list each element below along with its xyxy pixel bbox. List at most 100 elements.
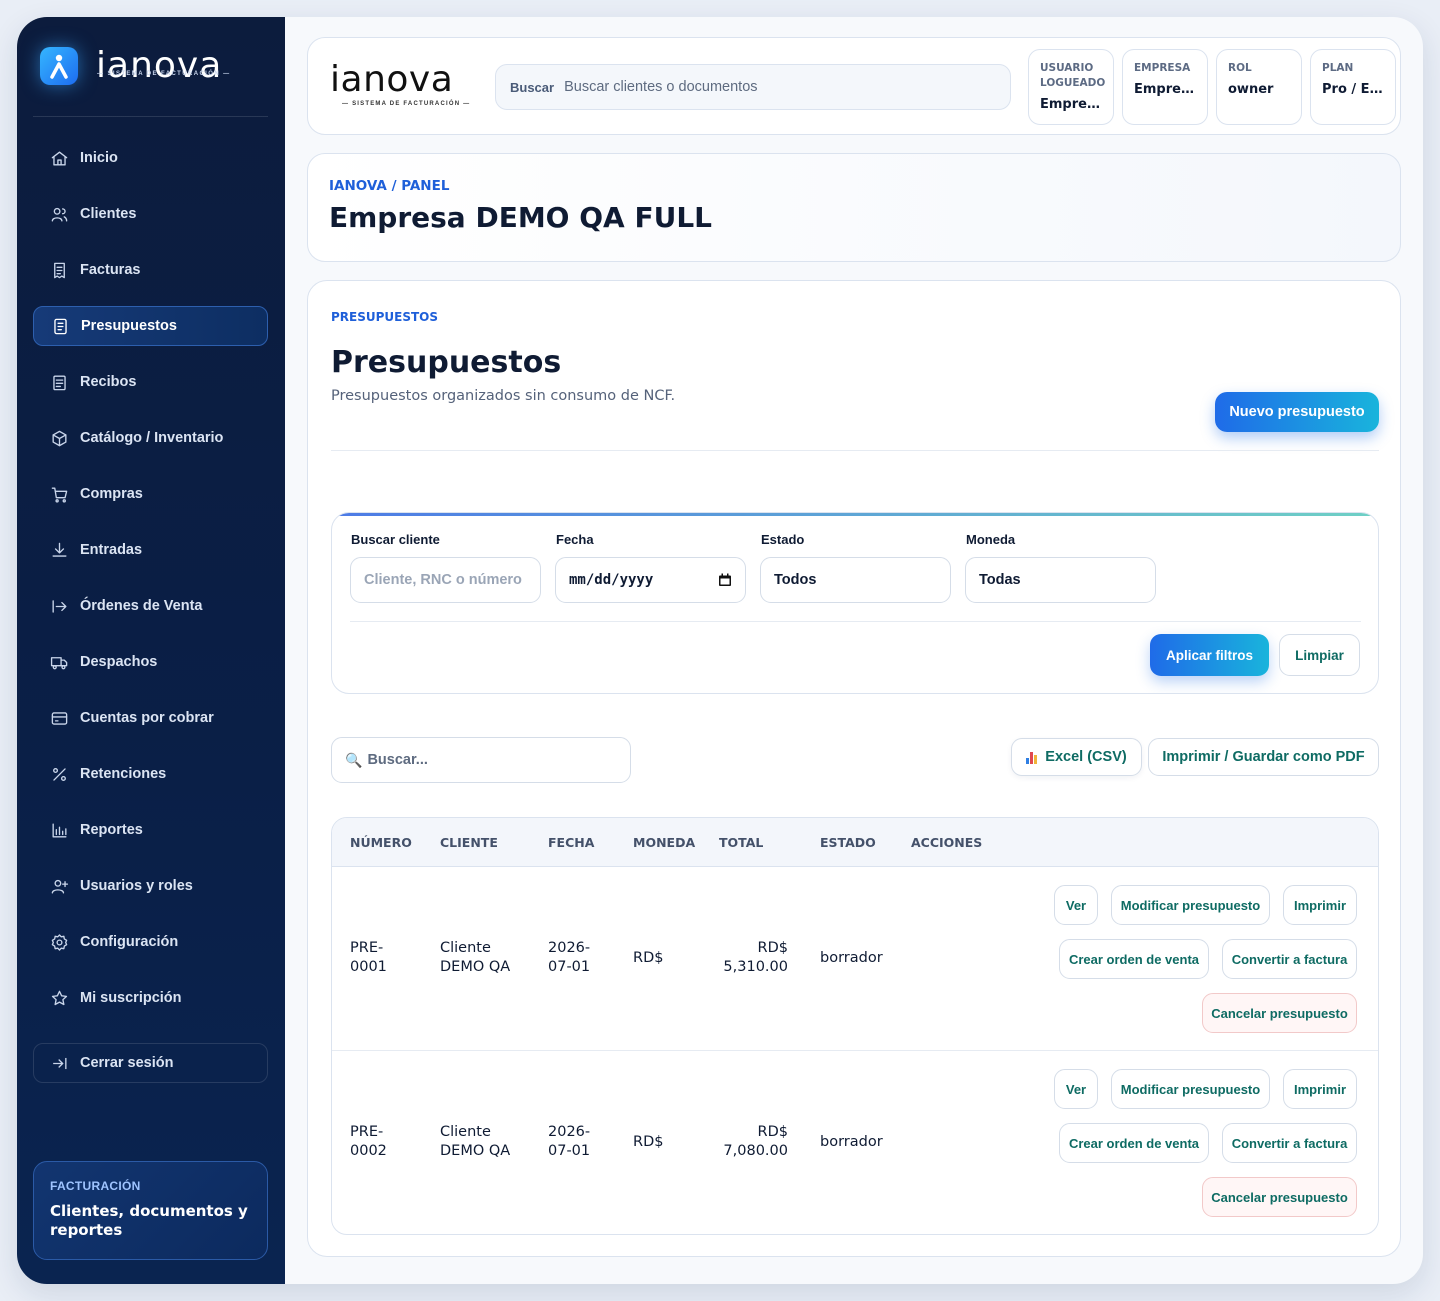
- convert-to-invoice-button[interactable]: Convertir a factura: [1222, 1123, 1357, 1163]
- print-button[interactable]: Imprimir: [1283, 1069, 1357, 1109]
- users-icon: [49, 204, 69, 224]
- global-search-button[interactable]: Buscar: [496, 80, 564, 95]
- sidebar-info-card: FACTURACIÓN Clientes, documentos y repor…: [33, 1161, 268, 1260]
- logout-icon: [53, 1057, 67, 1069]
- cell-status: borrador: [820, 950, 883, 966]
- role-chip-value: owner: [1228, 82, 1274, 97]
- section-divider: [331, 450, 1379, 451]
- sidebar-item-ordenes-de-venta[interactable]: Órdenes de Venta: [33, 586, 268, 626]
- star-icon: [49, 988, 69, 1008]
- sidebar-logo-subtitle-text: SISTEMA DE FACTURACIÓN: [107, 71, 221, 77]
- print-pdf-button[interactable]: Imprimir / Guardar como PDF: [1148, 738, 1379, 776]
- quotes-table: NÚMERO CLIENTE FECHA MONEDA TOTAL ESTADO…: [331, 817, 1379, 1235]
- cell-total: RD$ 7,080.00: [719, 1123, 788, 1161]
- sidebar-item-mi-suscripcion[interactable]: Mi suscripción: [33, 978, 268, 1018]
- create-sales-order-button[interactable]: Crear orden de venta: [1059, 939, 1209, 979]
- cell-number: PRE- 0002: [350, 1123, 387, 1161]
- calendar-icon[interactable]: [718, 573, 732, 587]
- export-excel-button[interactable]: Excel (CSV): [1011, 738, 1142, 776]
- edit-quote-button[interactable]: Modificar presupuesto: [1111, 1069, 1270, 1109]
- column-header-number[interactable]: NÚMERO: [350, 835, 412, 850]
- view-button[interactable]: Ver: [1054, 1069, 1098, 1109]
- filter-status: Estado Todos: [760, 532, 951, 603]
- column-header-client[interactable]: CLIENTE: [440, 835, 498, 850]
- cancel-quote-button[interactable]: Cancelar presupuesto: [1202, 1177, 1357, 1217]
- cart-icon: [49, 484, 69, 504]
- filter-currency-select[interactable]: Todas: [965, 557, 1156, 603]
- sidebar-item-label: Presupuestos: [81, 318, 177, 334]
- sidebar-item-retenciones[interactable]: Retenciones: [33, 754, 268, 794]
- sidebar-item-label: Recibos: [80, 374, 137, 390]
- table-search-placeholder: Buscar...: [367, 752, 428, 768]
- sidebar-item-label: Usuarios y roles: [80, 878, 193, 894]
- sidebar-item-cuentas-por-cobrar[interactable]: Cuentas por cobrar: [33, 698, 268, 738]
- breadcrumb[interactable]: IANOVA / PANEL: [329, 178, 449, 194]
- arrow-right-bar-icon: [49, 596, 69, 616]
- cell-currency: RD$: [633, 1134, 664, 1150]
- page-title: Presupuestos: [331, 345, 562, 380]
- sidebar-item-label: Mi suscripción: [80, 990, 182, 1006]
- column-header-currency[interactable]: MONEDA: [633, 835, 695, 850]
- edit-quote-button[interactable]: Modificar presupuesto: [1111, 885, 1270, 925]
- sidebar-item-recibos[interactable]: Recibos: [33, 362, 268, 402]
- column-header-status[interactable]: ESTADO: [820, 835, 876, 850]
- sidebar-item-reportes[interactable]: Reportes: [33, 810, 268, 850]
- receipt-list-icon: [49, 372, 69, 392]
- cell-date: 2026- 07-01: [548, 939, 590, 977]
- sidebar-item-clientes[interactable]: Clientes: [33, 194, 268, 234]
- clear-filters-button[interactable]: Limpiar: [1279, 634, 1360, 676]
- topbar-logo[interactable]: ianova — SISTEMA DE FACTURACIÓN —: [330, 59, 470, 108]
- create-sales-order-button[interactable]: Crear orden de venta: [1059, 1123, 1209, 1163]
- filter-status-select[interactable]: Todos: [760, 557, 951, 603]
- logout-button[interactable]: Cerrar sesión: [33, 1043, 268, 1083]
- sidebar-item-label: Cuentas por cobrar: [80, 710, 214, 726]
- sidebar-item-compras[interactable]: Compras: [33, 474, 268, 514]
- sidebar-item-despachos[interactable]: Despachos: [33, 642, 268, 682]
- new-quote-button[interactable]: Nuevo presupuesto: [1215, 392, 1379, 432]
- sidebar-item-configuracion[interactable]: Configuración: [33, 922, 268, 962]
- table-search-input[interactable]: 🔍 Buscar...: [331, 737, 631, 783]
- sidebar-item-entradas[interactable]: Entradas: [33, 530, 268, 570]
- column-header-total[interactable]: TOTAL: [719, 835, 763, 850]
- company-chip-value: Empres...: [1134, 82, 1196, 97]
- main-content: PRESUPUESTOS Presupuestos Presupuestos o…: [307, 280, 1401, 1257]
- topbar-logo-word: ianova: [330, 59, 454, 100]
- search-icon: 🔍: [345, 751, 363, 768]
- filter-client: Buscar cliente Cliente, RNC o número: [350, 532, 541, 603]
- table-row: PRE- 0001 Cliente DEMO QA 2026- 07-01 RD$ R…: [332, 867, 1378, 1051]
- invoice-icon: [49, 260, 69, 280]
- cell-number-line1: PRE-: [350, 1124, 384, 1140]
- cell-client: Cliente DEMO QA: [440, 939, 510, 977]
- plan-chip-label: PLAN: [1322, 62, 1354, 74]
- global-search-input[interactable]: [564, 79, 1010, 95]
- cell-number-line1: PRE-: [350, 940, 384, 956]
- convert-to-invoice-button[interactable]: Convertir a factura: [1222, 939, 1357, 979]
- filter-date-label: Fecha: [556, 532, 594, 547]
- cancel-quote-button[interactable]: Cancelar presupuesto: [1202, 993, 1357, 1033]
- print-button[interactable]: Imprimir: [1283, 885, 1357, 925]
- sidebar-logo-subtitle: — SISTEMA DE FACTURACIÓN —: [97, 71, 231, 77]
- company-chip: EMPRESA Empres...: [1122, 49, 1208, 125]
- sidebar-item-label: Compras: [80, 486, 143, 502]
- filter-date-input[interactable]: mm/dd/yyyy: [555, 557, 746, 603]
- sidebar-item-presupuestos[interactable]: Presupuestos: [33, 306, 268, 346]
- filter-client-input[interactable]: Cliente, RNC o número: [350, 557, 541, 603]
- cell-total-line2: 5,310.00: [723, 959, 788, 975]
- section-kicker: PRESUPUESTOS: [331, 310, 439, 324]
- column-header-date[interactable]: FECHA: [548, 835, 594, 850]
- user-chip: USUARIO LOGUEADO Empres...: [1028, 49, 1114, 125]
- apply-filters-button[interactable]: Aplicar filtros: [1150, 634, 1269, 676]
- cell-number: PRE- 0001: [350, 939, 387, 977]
- sidebar-item-inicio[interactable]: Inicio: [33, 138, 268, 178]
- truck-icon: [49, 652, 69, 672]
- sidebar-item-usuarios-y-roles[interactable]: Usuarios y roles: [33, 866, 268, 906]
- cell-date-line2: 07-01: [548, 1143, 591, 1159]
- sidebar-item-label: Entradas: [80, 542, 143, 558]
- cell-currency: RD$: [633, 950, 664, 966]
- gear-icon: [49, 932, 69, 952]
- cell-total-line1: RD$: [757, 940, 788, 956]
- sidebar-item-facturas[interactable]: Facturas: [33, 250, 268, 290]
- view-button[interactable]: Ver: [1054, 885, 1098, 925]
- sidebar-logo[interactable]: ianova: [40, 47, 222, 85]
- sidebar-item-catalogo[interactable]: Catálogo / Inventario: [33, 418, 268, 458]
